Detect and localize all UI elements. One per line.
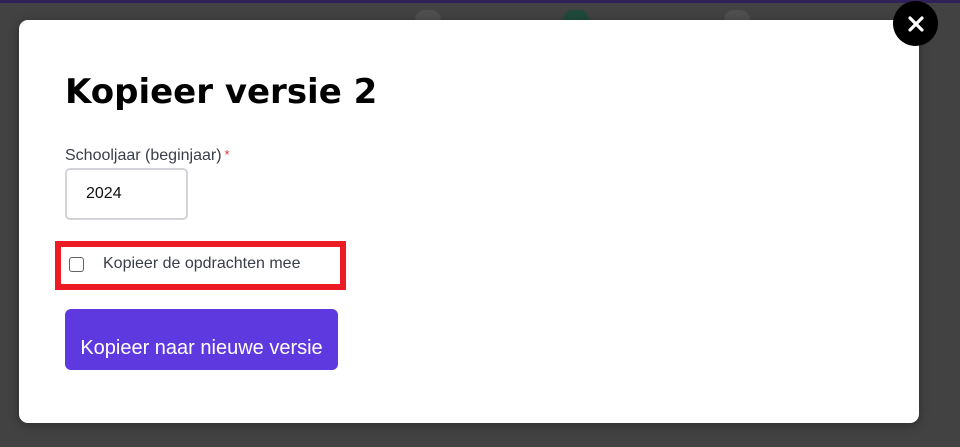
school-year-label-text: Schooljaar (beginjaar) xyxy=(65,147,222,164)
required-indicator: * xyxy=(224,147,230,162)
school-year-label: Schooljaar (beginjaar) * xyxy=(65,147,230,165)
copy-assignments-label: Kopieer de opdrachten mee xyxy=(103,255,301,272)
close-button[interactable] xyxy=(893,1,938,46)
close-icon xyxy=(907,15,924,32)
background-avatar xyxy=(415,10,441,20)
background-avatar xyxy=(724,10,750,20)
copy-assignments-checkbox[interactable] xyxy=(69,256,84,272)
copy-version-dialog: Kopieer versie 2 Schooljaar (beginjaar) *… xyxy=(19,20,919,423)
copy-assignments-option[interactable]: Kopieer de opdrachten mee xyxy=(69,255,300,273)
background-avatar xyxy=(563,10,589,20)
background-top-bar xyxy=(0,0,960,3)
copy-to-new-version-button[interactable]: Kopieer naar nieuwe versie xyxy=(65,309,338,370)
dialog-title: Kopieer versie 2 xyxy=(65,72,378,112)
school-year-input[interactable] xyxy=(65,168,188,220)
